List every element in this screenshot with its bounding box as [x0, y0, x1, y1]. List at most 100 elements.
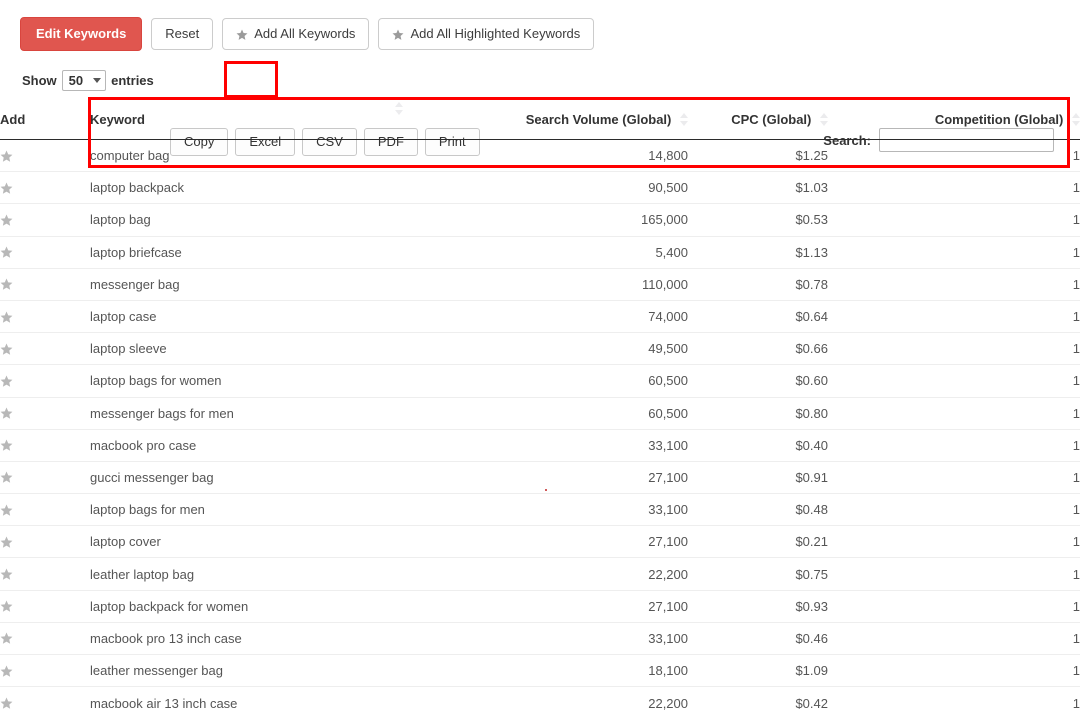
star-icon [236, 29, 248, 41]
star-icon[interactable] [0, 600, 13, 613]
keyword-cell: macbook pro case [90, 429, 508, 461]
column-header-cpc[interactable]: CPC (Global) [688, 100, 828, 140]
star-icon[interactable] [0, 439, 13, 452]
star-icon[interactable] [0, 632, 13, 645]
search-volume-cell: 110,000 [508, 268, 688, 300]
sort-icon [1072, 113, 1080, 126]
add-keyword-cell[interactable] [0, 204, 90, 236]
page-length-select[interactable]: 50 [62, 70, 106, 91]
keyword-cell: gucci messenger bag [90, 461, 508, 493]
star-icon[interactable] [0, 246, 13, 259]
column-header-competition[interactable]: Competition (Global) [828, 100, 1080, 140]
competition-cell: 1 [828, 268, 1080, 300]
search-volume-cell: 90,500 [508, 172, 688, 204]
search-volume-cell: 49,500 [508, 333, 688, 365]
keyword-cell: macbook air 13 inch case [90, 687, 508, 714]
add-all-highlighted-keywords-button[interactable]: Add All Highlighted Keywords [378, 18, 594, 50]
cpc-cell: $0.60 [688, 365, 828, 397]
table-row[interactable]: laptop bags for women60,500$0.601 [0, 365, 1080, 397]
add-keyword-cell[interactable] [0, 333, 90, 365]
competition-cell: 1 [828, 172, 1080, 204]
reset-button[interactable]: Reset [151, 18, 213, 50]
star-icon[interactable] [0, 407, 13, 420]
star-icon[interactable] [0, 311, 13, 324]
competition-cell: 1 [828, 526, 1080, 558]
cpc-cell: $1.03 [688, 172, 828, 204]
competition-cell: 1 [828, 687, 1080, 714]
entries-label: entries [111, 73, 154, 88]
add-keyword-cell[interactable] [0, 687, 90, 714]
add-keyword-cell[interactable] [0, 140, 90, 172]
star-icon[interactable] [0, 697, 13, 710]
add-keyword-cell[interactable] [0, 365, 90, 397]
cpc-cell: $0.21 [688, 526, 828, 558]
cpc-cell: $0.91 [688, 461, 828, 493]
star-icon[interactable] [0, 568, 13, 581]
competition-cell: 1 [828, 494, 1080, 526]
column-header-keyword[interactable]: Keyword [90, 100, 508, 140]
table-row[interactable]: laptop backpack for women27,100$0.931 [0, 590, 1080, 622]
keyword-tool-page: Edit Keywords Reset Add All Keywords Add… [0, 0, 1080, 714]
add-keyword-cell[interactable] [0, 268, 90, 300]
star-icon[interactable] [0, 665, 13, 678]
table-row[interactable]: laptop case74,000$0.641 [0, 300, 1080, 332]
table-row[interactable]: laptop bag165,000$0.531 [0, 204, 1080, 236]
add-keyword-cell[interactable] [0, 558, 90, 590]
add-keyword-cell[interactable] [0, 655, 90, 687]
sort-icon [680, 113, 688, 126]
table-row[interactable]: macbook air 13 inch case22,200$0.421 [0, 687, 1080, 714]
competition-cell: 1 [828, 236, 1080, 268]
add-keyword-cell[interactable] [0, 236, 90, 268]
table-row[interactable]: macbook pro case33,100$0.401 [0, 429, 1080, 461]
cpc-cell: $1.13 [688, 236, 828, 268]
table-row[interactable]: macbook pro 13 inch case33,100$0.461 [0, 622, 1080, 654]
search-volume-cell: 165,000 [508, 204, 688, 236]
star-icon[interactable] [0, 471, 13, 484]
action-toolbar: Edit Keywords Reset Add All Keywords Add… [20, 17, 594, 51]
add-keyword-cell[interactable] [0, 494, 90, 526]
add-all-keywords-button[interactable]: Add All Keywords [222, 18, 369, 50]
add-keyword-cell[interactable] [0, 300, 90, 332]
star-icon[interactable] [0, 278, 13, 291]
add-keyword-cell[interactable] [0, 172, 90, 204]
cpc-cell: $0.48 [688, 494, 828, 526]
table-row[interactable]: messenger bags for men60,500$0.801 [0, 397, 1080, 429]
table-row[interactable]: laptop briefcase5,400$1.131 [0, 236, 1080, 268]
add-keyword-cell[interactable] [0, 526, 90, 558]
star-icon[interactable] [0, 214, 13, 227]
star-icon[interactable] [0, 536, 13, 549]
star-icon[interactable] [0, 375, 13, 388]
table-row[interactable]: laptop bags for men33,100$0.481 [0, 494, 1080, 526]
table-row[interactable]: leather messenger bag18,100$1.091 [0, 655, 1080, 687]
star-icon[interactable] [0, 150, 13, 163]
cpc-cell: $0.64 [688, 300, 828, 332]
sort-icon [395, 102, 403, 115]
keyword-cell: laptop briefcase [90, 236, 508, 268]
keyword-cell: messenger bags for men [90, 397, 508, 429]
star-icon[interactable] [0, 182, 13, 195]
table-row[interactable]: laptop sleeve49,500$0.661 [0, 333, 1080, 365]
add-keyword-cell[interactable] [0, 590, 90, 622]
table-row[interactable]: leather laptop bag22,200$0.751 [0, 558, 1080, 590]
sort-icon [820, 113, 828, 126]
table-row[interactable]: laptop backpack90,500$1.031 [0, 172, 1080, 204]
table-row[interactable]: laptop cover27,100$0.211 [0, 526, 1080, 558]
column-header-add-label: Add [0, 112, 25, 127]
competition-cell: 1 [828, 558, 1080, 590]
keyword-table: Add Keyword Search Volume (Global) [0, 100, 1080, 714]
add-keyword-cell[interactable] [0, 461, 90, 493]
add-keyword-cell[interactable] [0, 429, 90, 461]
column-header-search-volume[interactable]: Search Volume (Global) [508, 100, 688, 140]
add-keyword-cell[interactable] [0, 622, 90, 654]
table-row[interactable]: messenger bag110,000$0.781 [0, 268, 1080, 300]
keyword-cell: macbook pro 13 inch case [90, 622, 508, 654]
keyword-cell: laptop bag [90, 204, 508, 236]
star-icon[interactable] [0, 343, 13, 356]
search-volume-cell: 33,100 [508, 429, 688, 461]
table-row[interactable]: computer bag14,800$1.251 [0, 140, 1080, 172]
edit-keywords-button[interactable]: Edit Keywords [20, 17, 142, 51]
column-header-keyword-label: Keyword [90, 112, 145, 127]
table-row[interactable]: gucci messenger bag27,100$0.911 [0, 461, 1080, 493]
add-keyword-cell[interactable] [0, 397, 90, 429]
star-icon[interactable] [0, 504, 13, 517]
